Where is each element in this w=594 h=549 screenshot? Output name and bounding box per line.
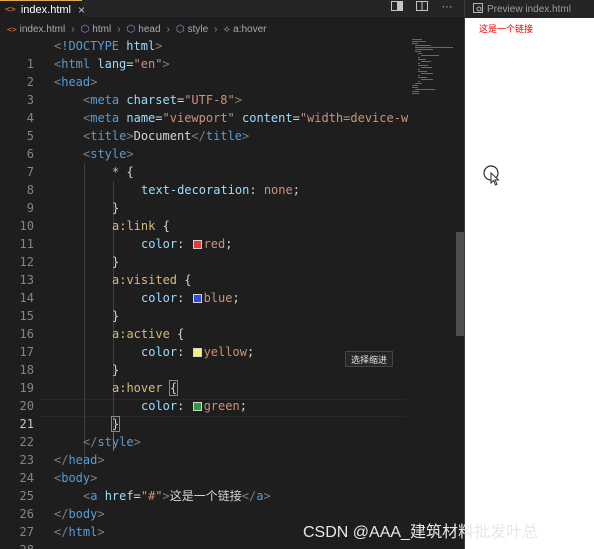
breadcrumb-html[interactable]: ⬡ html — [81, 24, 112, 35]
code-line: 11 a:link { — [19, 219, 170, 251]
code-line: 17 a:active { — [19, 327, 185, 359]
code-line: 7 <style> — [26, 147, 134, 179]
html-file-icon: <> — [5, 4, 16, 15]
editor-pane: <> index.html × ··· <> index.html › ⬡ ht… — [0, 0, 464, 549]
chevron-right-icon: › — [166, 24, 170, 35]
code-line: 20 a:hover { — [19, 380, 179, 413]
code-line: 6 <title>Document</title> — [26, 129, 250, 161]
code-line: 10 } — [19, 201, 120, 233]
split-editor-icon[interactable] — [415, 1, 429, 14]
breadcrumb-file[interactable]: <> index.html — [7, 24, 65, 35]
code-line: 14 a:visited { — [19, 273, 192, 305]
code-line: 1 <!DOCTYPE html> — [26, 39, 163, 71]
open-preview-icon[interactable] — [390, 1, 404, 14]
code-line: 12 color: red; — [19, 237, 233, 269]
close-icon[interactable]: × — [78, 3, 85, 17]
tooltip: 选择缩进 — [345, 351, 394, 367]
code-line: 5 <meta name="viewport" content="width=d… — [26, 111, 409, 143]
color-swatch-blue[interactable] — [192, 294, 202, 303]
scrollbar-thumb[interactable] — [456, 232, 464, 336]
tab-index-html[interactable]: <> index.html × — [0, 0, 85, 18]
css-selector-icon: ⟡ — [223, 24, 231, 35]
watermark: CSDN @AAA_建筑材料批发叶总 — [303, 524, 538, 541]
preview-icon — [473, 3, 483, 15]
element-cube-icon: ⬡ — [80, 24, 90, 35]
color-swatch-green[interactable] — [192, 402, 202, 411]
code-line: 16 } — [19, 309, 120, 341]
color-swatch-red[interactable] — [192, 240, 202, 249]
code-line: 23 </style> — [19, 435, 141, 467]
code-line: 26 <a href="#">这是一个链接</a> — [19, 489, 271, 521]
code-line: 22 } — [19, 416, 121, 449]
chevron-right-icon: › — [214, 24, 218, 35]
cursor-icon — [483, 165, 500, 186]
code-line: 24 </head> — [19, 453, 105, 485]
minimap[interactable] — [410, 38, 456, 98]
code-line: 15 color: blue; — [19, 291, 240, 323]
code-editor[interactable]: 1 <!DOCTYPE html> 2 <html lang="en"> 3 <… — [0, 37, 410, 549]
html-file-icon: <> — [7, 25, 17, 34]
code-line: 13 } — [19, 255, 120, 287]
tab-label: index.html — [20, 3, 71, 16]
breadcrumb-head[interactable]: ⬡ head — [127, 24, 161, 35]
code-line: 4 <meta charset="UTF-8"> — [26, 93, 242, 125]
breadcrumb-selector[interactable]: ⟡ a:hover — [224, 24, 267, 35]
code-line-current: 21 color: green; — [19, 399, 247, 431]
editor-tabbar: <> index.html × ··· — [0, 0, 464, 18]
element-cube-icon: ⬡ — [126, 24, 136, 35]
color-swatch-yellow[interactable] — [192, 348, 202, 357]
code-line: 9 text-decoration: none; — [26, 183, 300, 215]
preview-tab[interactable]: Preview index.html — [465, 0, 594, 18]
breadcrumb-style[interactable]: ⬡ style — [176, 24, 208, 35]
preview-pane: Preview index.html 这是一个链接 — [465, 0, 594, 549]
code-line: 25 <body> — [19, 471, 98, 503]
preview-tab-label: Preview index.html — [487, 3, 571, 15]
code-line: 8 * { — [26, 165, 134, 197]
preview-link[interactable]: 这是一个链接 — [479, 22, 533, 35]
code-line: 3 <head> — [26, 75, 98, 107]
chevron-right-icon: › — [71, 24, 75, 35]
chevron-right-icon: › — [117, 24, 121, 35]
editor-actions: ··· — [390, 1, 454, 14]
more-actions-icon[interactable]: ··· — [440, 1, 454, 14]
code-line: 2 <html lang="en"> — [26, 57, 170, 89]
element-cube-icon: ⬡ — [175, 24, 185, 35]
preview-body: 这是一个链接 — [465, 18, 594, 549]
